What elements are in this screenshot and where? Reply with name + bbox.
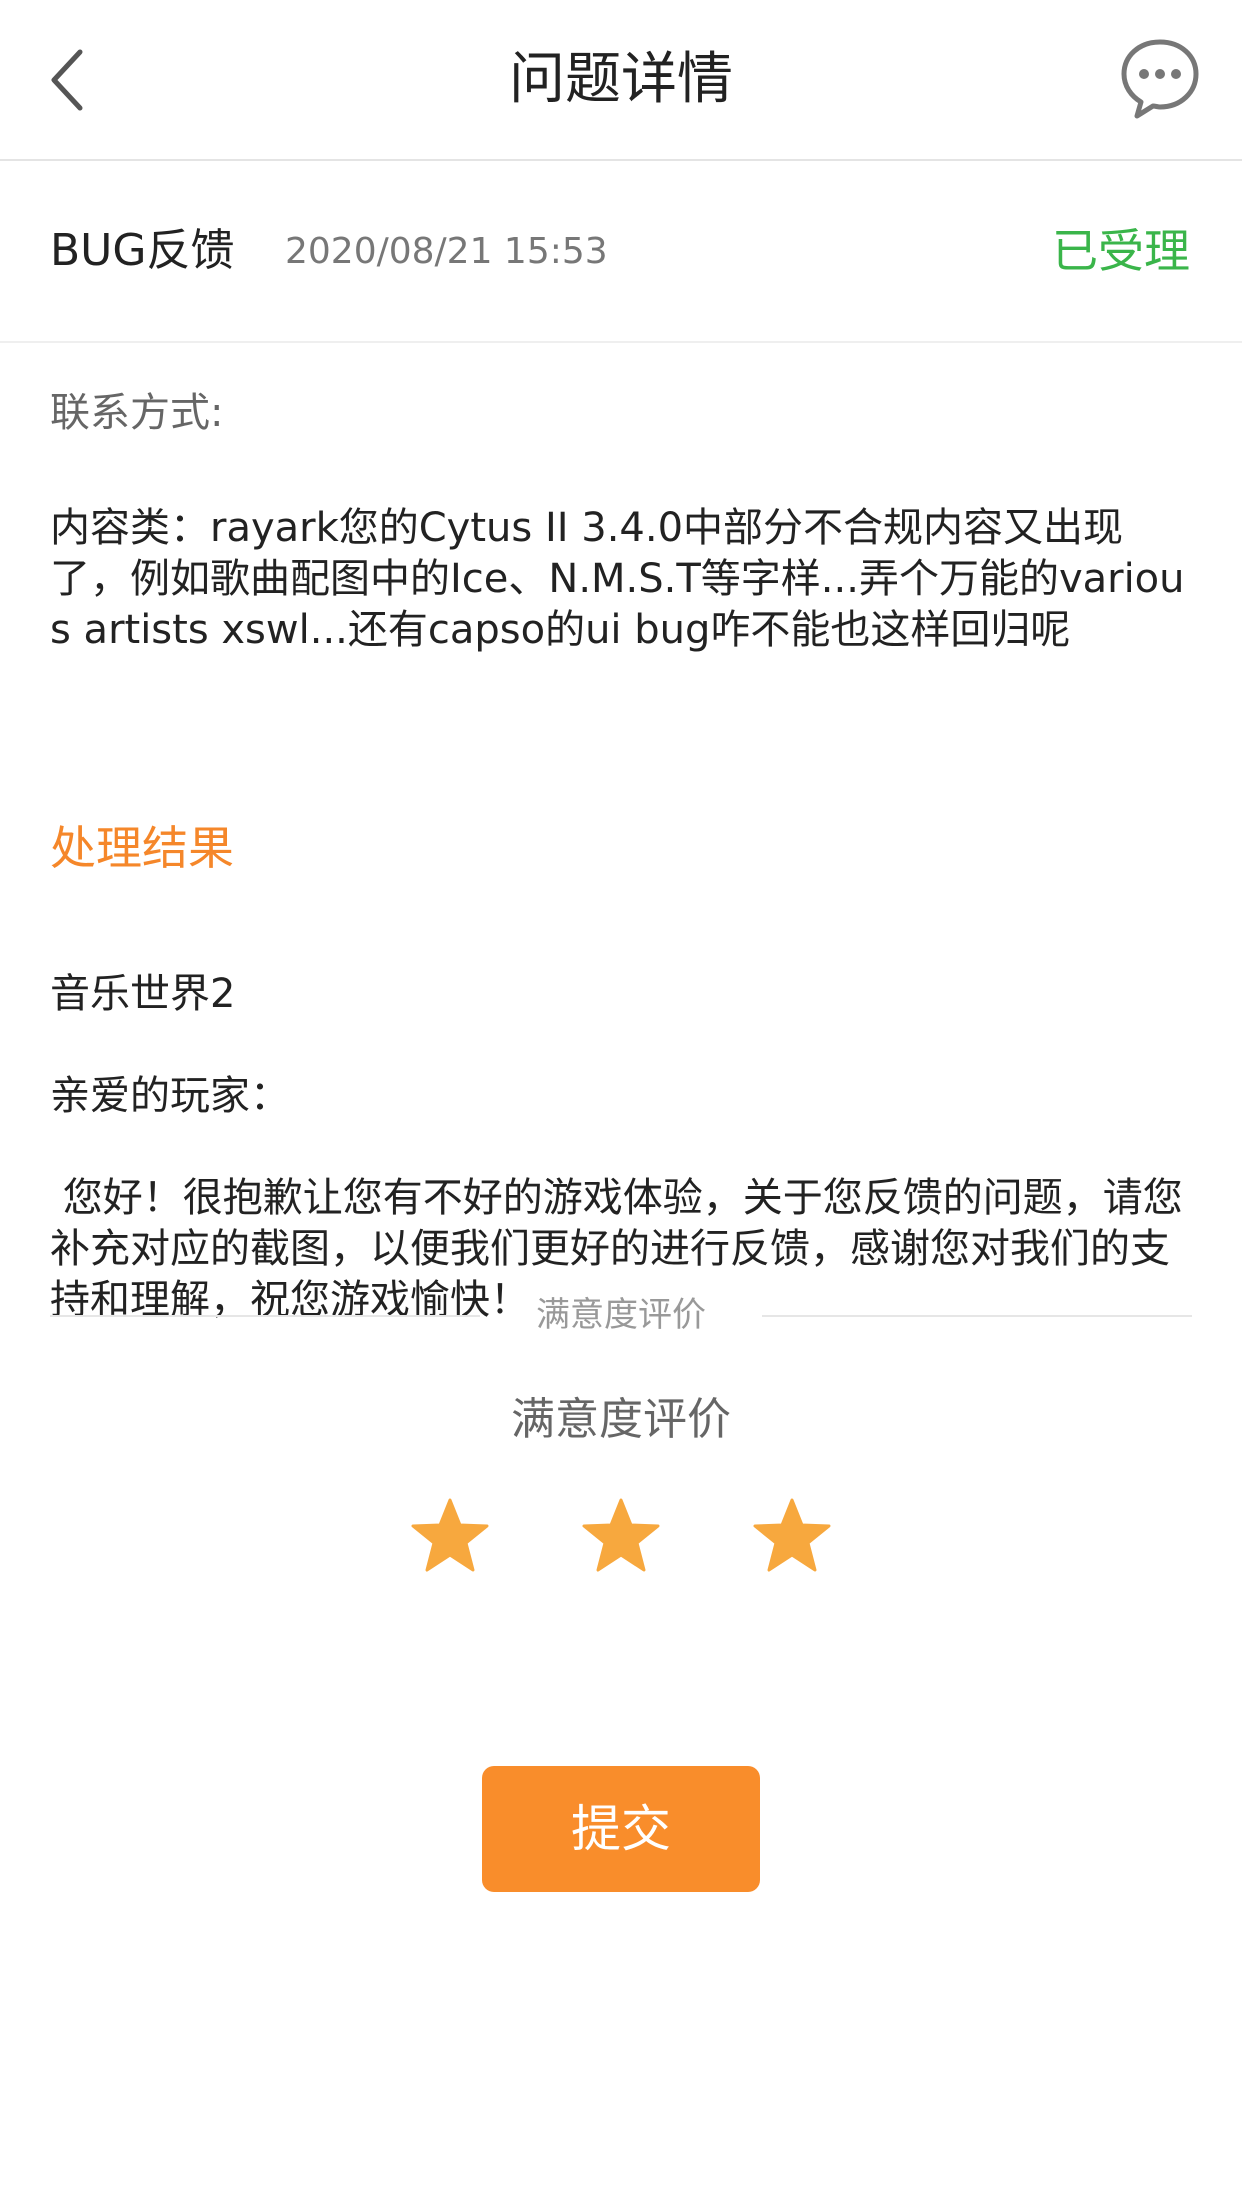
nav-bar: 问题详情 [0,0,1242,161]
contact-label: 联系方式: [50,390,224,436]
star-rating [0,1496,1242,1576]
star-icon[interactable] [581,1496,661,1576]
reply-line-game: 音乐世界2 [50,971,236,1017]
reply-line-greeting: 亲爱的玩家： [50,1073,290,1119]
status-badge: 已受理 [1052,224,1190,278]
page-title: 问题详情 [509,47,733,112]
ticket-timestamp: 2020/08/21 15:53 [285,231,608,272]
result-title: 处理结果 [50,821,234,875]
star-icon[interactable] [752,1496,832,1576]
rating-title: 满意度评价 [511,1394,731,1445]
chat-bubble-icon [1121,39,1199,119]
ticket-type: BUG反馈 [50,225,235,276]
star-icon[interactable] [410,1496,490,1576]
feedback-content: 内容类：rayark您的Cytus II 3.4.0中部分不合规内容又出现了，例… [50,505,1185,653]
submit-button[interactable]: 提交 [482,1766,760,1892]
ticket-meta: BUG反馈 2020/08/21 15:53 已受理 [0,161,1242,343]
divider-line-right [762,1315,1192,1317]
chat-button[interactable] [1120,36,1200,122]
rating-divider: 满意度评价 [50,1290,1192,1340]
